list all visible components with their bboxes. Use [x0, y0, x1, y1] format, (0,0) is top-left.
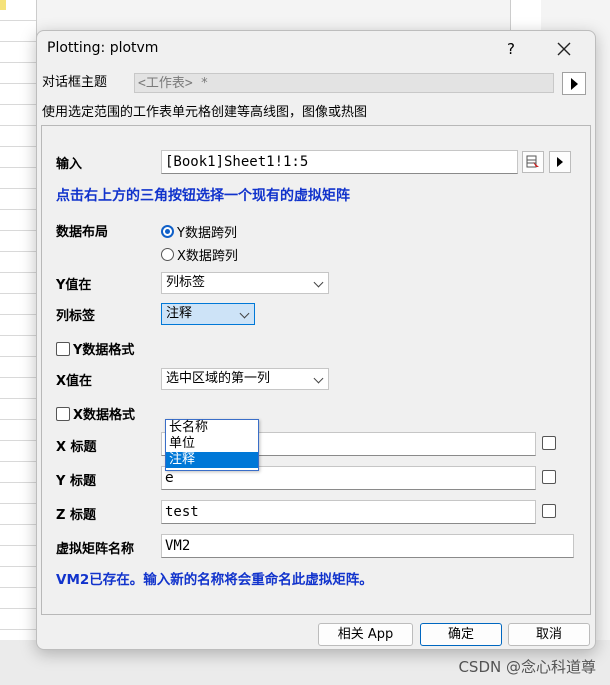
- y-title-checkbox[interactable]: [542, 470, 556, 484]
- radio-y-across-columns[interactable]: Y数据跨列: [161, 222, 237, 241]
- radio-label: Y数据跨列: [177, 226, 237, 241]
- vm-menu-button[interactable]: [549, 151, 571, 173]
- help-button[interactable]: ?: [499, 38, 523, 60]
- close-icon: [557, 42, 571, 56]
- vm-name-label: 虚拟矩阵名称: [56, 542, 135, 557]
- theme-label: 对话框主题: [42, 75, 108, 90]
- layout-label: 数据布局: [56, 225, 109, 240]
- title-bar: Plotting: plotvm ?: [37, 31, 595, 67]
- select-range-button[interactable]: [522, 151, 544, 173]
- col-label-dropdown-list: 长名称 单位 注释: [165, 419, 259, 471]
- x-in-select[interactable]: 选中区域的第一列: [161, 368, 329, 390]
- chevron-down-icon: [239, 308, 250, 319]
- related-app-button[interactable]: 相关 App: [318, 623, 413, 646]
- ok-button[interactable]: 确定: [420, 623, 502, 646]
- radio-unchecked-icon: [161, 248, 174, 261]
- hint-vm-exists: VM2已存在。输入新的名称将会重命名此虚拟矩阵。: [56, 572, 373, 588]
- checkbox-icon: [56, 406, 70, 421]
- x-title-checkbox[interactable]: [542, 436, 556, 450]
- x-format-label: X数据格式: [73, 408, 136, 423]
- radio-label: X数据跨列: [177, 249, 238, 264]
- chevron-down-icon: [313, 373, 324, 384]
- theme-combo[interactable]: <工作表> *: [134, 73, 554, 93]
- radio-x-across-columns[interactable]: X数据跨列: [161, 245, 238, 264]
- theme-menu-button[interactable]: [562, 72, 586, 95]
- radio-checked-icon: [161, 225, 174, 238]
- y-in-label: Y值在: [56, 278, 92, 293]
- dropdown-option-comments[interactable]: 注释: [166, 452, 258, 468]
- x-format-checkbox[interactable]: X数据格式: [56, 404, 135, 423]
- y-format-label: Y数据格式: [73, 343, 135, 358]
- x-in-label: X值在: [56, 374, 93, 389]
- worksheet-grid: [0, 0, 37, 640]
- y-format-checkbox[interactable]: Y数据格式: [56, 339, 134, 358]
- z-title-label: Z 标题: [56, 508, 96, 523]
- dropdown-option-units[interactable]: 单位: [166, 436, 258, 452]
- y-in-value: 列标签: [166, 275, 206, 290]
- vm-name-field[interactable]: VM2: [161, 534, 574, 558]
- input-label: 输入: [56, 157, 83, 172]
- background-window-edge: [510, 0, 541, 30]
- input-range-field[interactable]: [Book1]Sheet1!1:5: [161, 150, 518, 174]
- z-title-field[interactable]: test: [161, 500, 536, 524]
- range-select-icon: [526, 155, 539, 168]
- x-in-value: 选中区域的第一列: [166, 371, 271, 386]
- y-title-label: Y 标题: [56, 474, 96, 489]
- y-in-select[interactable]: 列标签: [161, 272, 329, 294]
- dropdown-option-long-name[interactable]: 长名称: [166, 420, 258, 436]
- col-label-value: 注释: [166, 306, 193, 321]
- z-title-checkbox[interactable]: [542, 504, 556, 518]
- chevron-down-icon: [313, 277, 324, 288]
- col-label-select[interactable]: 注释: [161, 303, 255, 325]
- x-title-label: X 标题: [56, 440, 97, 455]
- checkbox-icon: [56, 341, 70, 356]
- col-label-label: 列标签: [56, 309, 96, 324]
- options-panel: 输入 [Book1]Sheet1!1:5 点击右上方的三角按钮选择一个现有的虚拟…: [41, 125, 591, 615]
- plotting-dialog: Plotting: plotvm ? 对话框主题 <工作表> * 使用选定范围的…: [36, 30, 596, 650]
- cancel-button[interactable]: 取消: [508, 623, 590, 646]
- hint-select-vm: 点击右上方的三角按钮选择一个现有的虚拟矩阵: [56, 188, 350, 204]
- watermark: CSDN @念心科道尊: [458, 658, 596, 676]
- cell-highlight: [0, 0, 6, 10]
- dialog-title: Plotting: plotvm: [47, 40, 159, 56]
- dialog-description: 使用选定范围的工作表单元格创建等高线图，图像或热图: [42, 105, 368, 120]
- close-button[interactable]: [549, 36, 579, 62]
- triangle-right-icon: [557, 157, 563, 167]
